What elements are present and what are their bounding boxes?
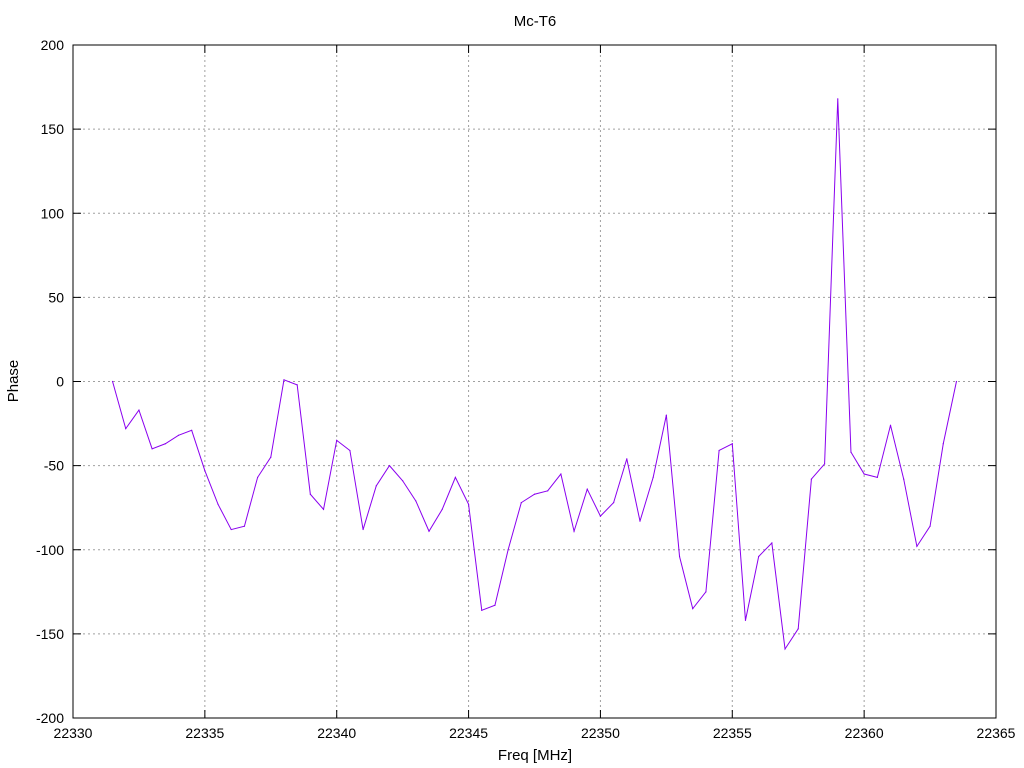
data-point (375, 485, 377, 487)
data-point (586, 488, 588, 490)
y-tick-label: 150 (41, 121, 65, 137)
data-point (837, 98, 839, 100)
data-point (784, 648, 786, 650)
y-tick-label: 100 (41, 205, 65, 221)
data-point (731, 443, 733, 445)
data-point (573, 530, 575, 532)
y-tick-label: -150 (36, 626, 64, 642)
data-point (481, 609, 483, 611)
data-point (652, 476, 654, 479)
x-tick-labels: 22330 22335 22340 22345 22350 22355 22360 22365 (54, 725, 1016, 741)
x-tick-label: 22365 (977, 725, 1016, 741)
data-point (494, 604, 496, 606)
data-point (626, 458, 628, 460)
data-point (191, 429, 193, 431)
y-tick-label: -200 (36, 710, 64, 726)
data-point (718, 449, 720, 452)
grid-lines (73, 45, 996, 718)
data-point (942, 443, 944, 445)
data-point (533, 493, 536, 495)
data-point (639, 520, 641, 522)
data-point (257, 476, 259, 479)
data-point (863, 473, 865, 475)
data-point (903, 478, 905, 480)
data-point (243, 525, 246, 527)
data-point (138, 409, 140, 411)
data-point (547, 490, 549, 492)
data-point (678, 555, 681, 558)
data-point (665, 414, 667, 416)
data-point (467, 503, 470, 505)
data-point (454, 476, 456, 479)
data-point (111, 380, 114, 383)
data-point (797, 628, 799, 630)
y-tick-label: 0 (56, 374, 64, 390)
data-point (850, 451, 852, 453)
data-point (125, 428, 127, 430)
data-point (402, 480, 404, 482)
y-tick-label: 50 (48, 289, 64, 305)
x-tick-label: 22335 (185, 725, 224, 741)
x-tick-label: 22345 (449, 725, 488, 741)
y-tick-labels: -200 -150 -100 -50 0 50 100 150 200 (36, 37, 64, 726)
data-point (309, 493, 311, 495)
y-tick-label: -50 (44, 458, 64, 474)
y-tick-label: 200 (41, 37, 65, 53)
data-point (230, 528, 232, 531)
data-point (270, 456, 272, 458)
data-point (296, 384, 298, 386)
data-point (151, 448, 153, 450)
data-point (955, 380, 958, 383)
data-point (428, 530, 430, 532)
data-point (283, 379, 285, 381)
x-tick-label: 22360 (845, 725, 884, 741)
data-point (876, 476, 878, 479)
x-axis-label: Freq [MHz] (498, 747, 572, 764)
data-point (599, 515, 602, 517)
data-point (771, 542, 773, 544)
data-point (692, 608, 694, 610)
data-point (823, 463, 826, 465)
phase-chart: 22330 22335 22340 22345 22350 22355 22360 22365… (5, 13, 1016, 764)
data-point (204, 470, 206, 472)
phase-series-line (112, 98, 957, 651)
x-tick-label: 22330 (54, 725, 93, 741)
data-point (388, 465, 391, 467)
y-axis-label: Phase (5, 360, 22, 403)
data-point (520, 502, 522, 504)
data-point (705, 591, 707, 593)
data-point (322, 508, 325, 510)
data-point (415, 500, 417, 502)
data-point (349, 449, 351, 452)
data-point (362, 528, 364, 531)
data-point (441, 508, 443, 510)
x-tick-label: 22350 (581, 725, 620, 741)
data-points (111, 98, 958, 650)
x-tick-label: 22340 (317, 725, 356, 741)
data-point (177, 434, 180, 436)
data-point (217, 503, 219, 505)
data-point (916, 545, 918, 547)
y-tick-label: -100 (36, 542, 64, 558)
data-point (613, 502, 615, 504)
data-point (744, 619, 747, 622)
data-point (560, 473, 562, 475)
chart-title: Mc-T6 (514, 13, 557, 30)
data-point (758, 555, 760, 558)
data-point (929, 525, 931, 527)
data-point (889, 424, 892, 426)
x-tick-label: 22355 (713, 725, 752, 741)
data-point (507, 549, 509, 551)
data-point (336, 439, 338, 441)
data-point (810, 478, 813, 480)
data-point (164, 443, 166, 445)
